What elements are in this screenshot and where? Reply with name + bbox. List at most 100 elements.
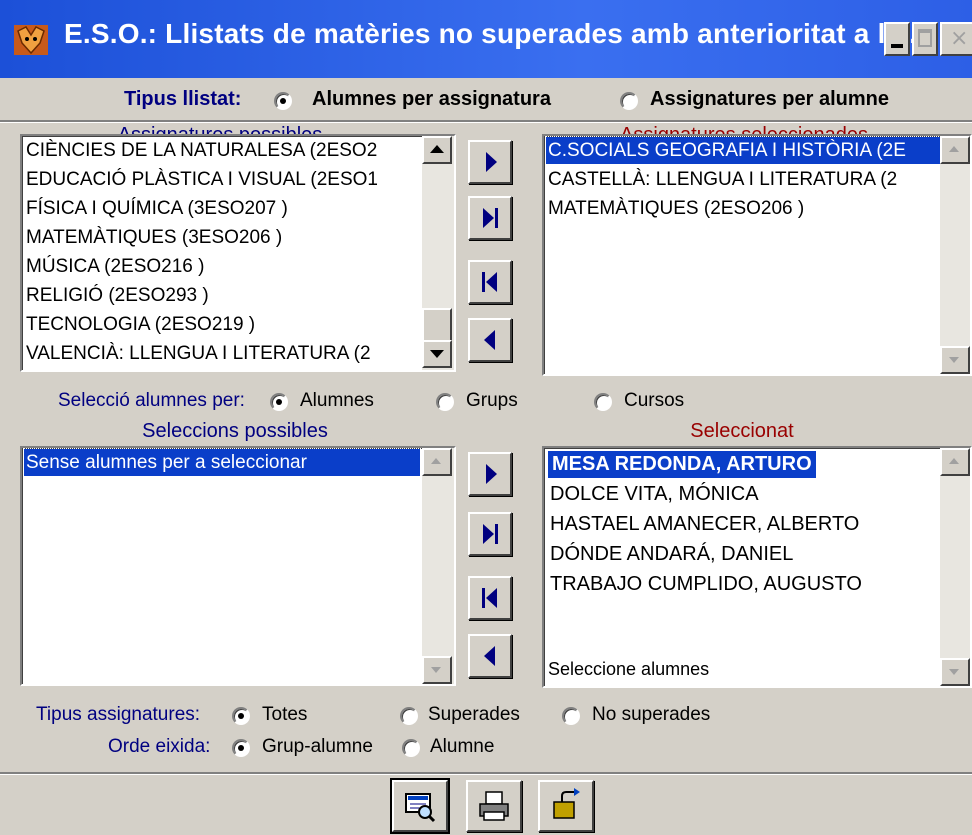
- possible-selections-header: Seleccions possibles: [142, 420, 328, 442]
- radio-label[interactable]: Cursos: [624, 390, 684, 412]
- radio-label[interactable]: Alumnes: [300, 390, 374, 412]
- close-icon: ×: [950, 26, 969, 51]
- radio-assignatures-per-alumne[interactable]: [620, 92, 638, 110]
- list-item[interactable]: MATEMÀTIQUES (2ESO206 ): [546, 195, 804, 222]
- arrow-left-end-icon: [482, 272, 497, 292]
- list-item-selected[interactable]: Sense alumnes per a seleccionar: [23, 448, 421, 477]
- move-right-button[interactable]: [468, 140, 512, 184]
- move-right-button[interactable]: [468, 452, 512, 496]
- scroll-up-button[interactable]: [422, 136, 452, 164]
- scroll-down-button[interactable]: [940, 658, 970, 686]
- radio-label[interactable]: Superades: [428, 704, 520, 726]
- list-item[interactable]: FÍSICA I QUÍMICA (3ESO207 ): [24, 195, 288, 222]
- list-item[interactable]: DOLCE VITA, MÓNICA: [548, 481, 759, 508]
- student-selection-label: Selecció alumnes per:: [58, 390, 245, 411]
- output-order-label: Orde eixida:: [108, 736, 211, 757]
- radio-cursos[interactable]: [594, 393, 612, 411]
- radio-grup-alumne[interactable]: [232, 739, 250, 757]
- vertical-scrollbar[interactable]: [422, 136, 454, 370]
- radio-label[interactable]: Grup-alumne: [262, 736, 373, 758]
- available-subjects-list[interactable]: CIÈNCIES DE LA NATURALESA (2ESO2 EDUCACI…: [20, 134, 456, 372]
- list-item[interactable]: HASTAEL AMANECER, ALBERTO: [548, 511, 859, 538]
- list-item[interactable]: TRABAJO CUMPLIDO, AUGUSTO: [548, 571, 862, 598]
- arrow-right-icon: [486, 464, 497, 484]
- print-button[interactable]: [466, 780, 522, 832]
- scroll-down-button[interactable]: [940, 346, 970, 374]
- list-type-label: Tipus llistat:: [124, 88, 242, 110]
- arrow-down-icon: [431, 667, 441, 673]
- scroll-down-button[interactable]: [422, 340, 452, 368]
- move-left-button[interactable]: [468, 318, 512, 362]
- arrow-up-icon: [949, 458, 959, 464]
- radio-label[interactable]: Alumne: [430, 736, 494, 758]
- minimize-button[interactable]: [884, 22, 910, 56]
- list-item[interactable]: MATEMÀTIQUES (3ESO206 ): [24, 224, 282, 251]
- scroll-up-button[interactable]: [422, 448, 452, 476]
- radio-superades[interactable]: [400, 707, 418, 725]
- vertical-scrollbar[interactable]: [940, 448, 970, 686]
- arrow-left-end-icon: [482, 588, 497, 608]
- list-item[interactable]: CASTELLÀ: LLENGUA I LITERATURA (2: [546, 166, 897, 193]
- scroll-up-button[interactable]: [940, 448, 970, 476]
- vertical-scrollbar[interactable]: [940, 136, 970, 374]
- maximize-icon: [918, 29, 932, 47]
- radio-label[interactable]: No superades: [592, 704, 710, 726]
- scroll-down-button[interactable]: [422, 656, 452, 684]
- minimize-icon: [891, 44, 903, 48]
- print-icon: [479, 791, 509, 821]
- scroll-thumb[interactable]: [422, 308, 452, 342]
- radio-label[interactable]: Assignatures per alumne: [650, 88, 889, 111]
- list-item[interactable]: MÚSICA (2ESO216 ): [24, 253, 204, 280]
- maximize-button[interactable]: [912, 22, 938, 56]
- preview-icon: [405, 793, 436, 823]
- list-item-selected[interactable]: MESA REDONDA, ARTURO: [547, 450, 817, 479]
- radio-no-superades[interactable]: [562, 707, 580, 725]
- app-icon: [14, 25, 48, 55]
- radio-grups[interactable]: [436, 393, 454, 411]
- list-item-selected[interactable]: C.SOCIALS GEOGRAFIA I HISTÒRIA (2E: [545, 136, 941, 165]
- vertical-scrollbar[interactable]: [422, 448, 454, 684]
- radio-alumnes-per-assignatura[interactable]: [274, 92, 292, 110]
- arrow-up-icon: [431, 458, 441, 464]
- move-all-right-button[interactable]: [468, 196, 512, 240]
- radio-label[interactable]: Grups: [466, 390, 518, 412]
- radio-alumne[interactable]: [402, 739, 420, 757]
- separator: [0, 772, 972, 775]
- arrow-left-icon: [484, 646, 495, 666]
- arrow-right-end-icon: [483, 208, 498, 228]
- arrow-down-icon: [949, 669, 959, 675]
- arrow-left-icon: [484, 330, 495, 350]
- arrow-right-end-icon: [483, 524, 498, 544]
- list-item[interactable]: VALENCIÀ: LLENGUA I LITERATURA (2: [24, 340, 371, 367]
- exit-button[interactable]: [538, 780, 594, 832]
- selected-students-list[interactable]: MESA REDONDA, ARTURO DOLCE VITA, MÓNICA …: [542, 446, 972, 688]
- window-title: E.S.O.: Llistats de matèries no superade…: [64, 18, 934, 49]
- move-all-left-button[interactable]: [468, 260, 512, 304]
- move-all-left-button[interactable]: [468, 576, 512, 620]
- radio-label[interactable]: Alumnes per assignatura: [312, 88, 551, 111]
- list-item[interactable]: DÓNDE ANDARÁ, DANIEL: [548, 541, 793, 568]
- exit-icon: [553, 788, 580, 819]
- radio-totes[interactable]: [232, 707, 250, 725]
- radio-alumnes[interactable]: [270, 393, 288, 411]
- arrow-down-icon: [430, 350, 444, 358]
- arrow-up-icon: [430, 145, 444, 153]
- status-text: Seleccione alumnes: [548, 659, 710, 679]
- radio-label[interactable]: Totes: [262, 704, 307, 726]
- scroll-up-button[interactable]: [940, 136, 970, 164]
- list-item[interactable]: TECNOLOGIA (2ESO219 ): [24, 311, 255, 338]
- move-all-right-button[interactable]: [468, 512, 512, 556]
- list-item[interactable]: RELIGIÓ (2ESO293 ): [24, 282, 209, 309]
- selected-students-header: Seleccionat: [690, 420, 794, 442]
- arrow-right-icon: [486, 152, 497, 172]
- close-button[interactable]: ×: [940, 22, 972, 56]
- move-left-button[interactable]: [468, 634, 512, 678]
- selected-subjects-list[interactable]: C.SOCIALS GEOGRAFIA I HISTÒRIA (2E CASTE…: [542, 134, 972, 376]
- separator: [0, 120, 972, 123]
- list-item[interactable]: EDUCACIÓ PLÀSTICA I VISUAL (2ESO1: [24, 166, 378, 193]
- arrow-up-icon: [949, 146, 959, 152]
- possible-selections-list[interactable]: Sense alumnes per a seleccionar: [20, 446, 456, 686]
- preview-button[interactable]: [390, 778, 450, 834]
- list-item[interactable]: CIÈNCIES DE LA NATURALESA (2ESO2: [24, 137, 377, 164]
- arrow-down-icon: [949, 357, 959, 363]
